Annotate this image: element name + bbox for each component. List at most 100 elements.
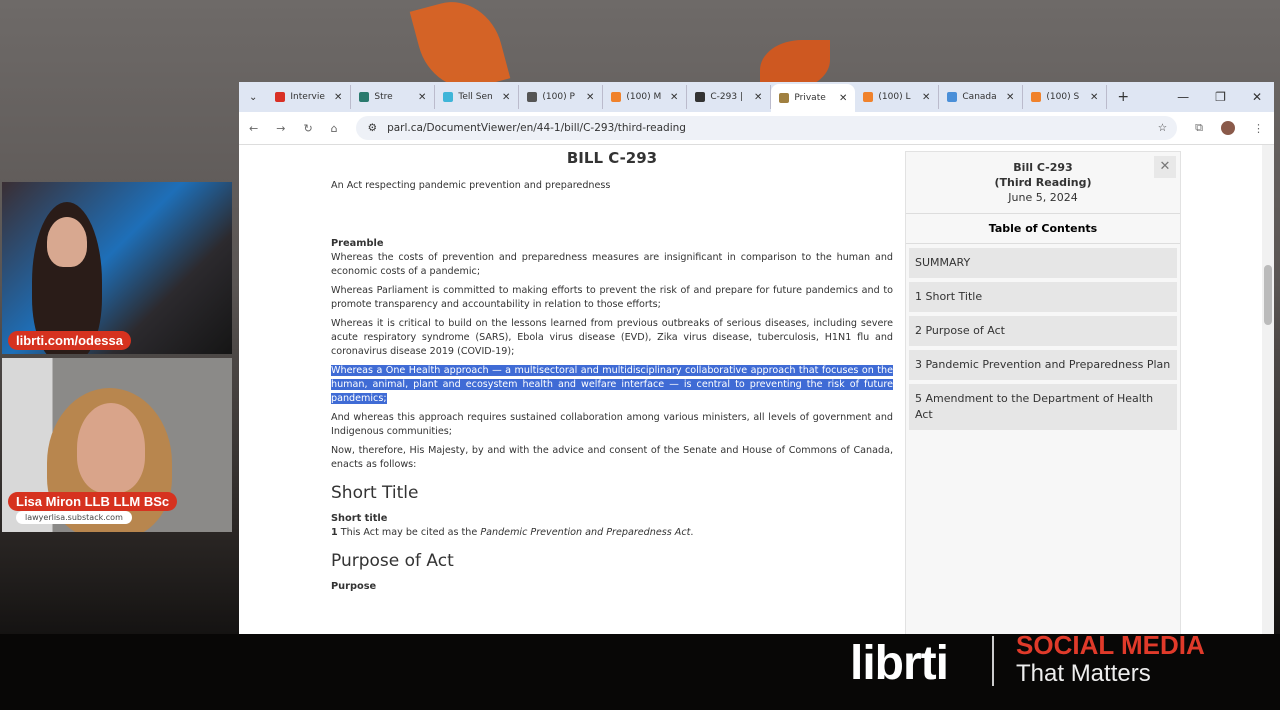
extensions-icon[interactable]: ⧉ (1195, 121, 1203, 135)
tab[interactable]: Tell Sen ✕ (435, 85, 520, 109)
bill-subtitle: An Act respecting pandemic prevention an… (331, 180, 611, 191)
act-name: Pandemic Prevention and Preparedness Act (480, 527, 691, 538)
tab[interactable]: Canada ✕ (939, 85, 1024, 109)
toc-item[interactable]: 5 Amendment to the Department of Health … (909, 384, 1177, 430)
host-video: librti.com/odessa (2, 182, 232, 354)
favicon-icon (527, 92, 538, 102)
site-settings-icon[interactable]: ⚙ (368, 122, 377, 134)
section-1: 1 This Act may be cited as the Pandemic … (331, 526, 893, 540)
guest-name-tag: Lisa Miron LLB LLM BSc (8, 492, 178, 511)
restore-icon[interactable]: ❐ (1215, 90, 1226, 104)
tab[interactable]: Intervie ✕ (267, 85, 352, 109)
toc-title: Table of Contents (906, 214, 1180, 244)
close-tab-icon[interactable]: ✕ (418, 92, 426, 103)
bookmark-star-icon[interactable]: ☆ (1158, 122, 1177, 134)
tab-label: Canada (962, 92, 997, 102)
menu-icon[interactable]: ⋮ (1253, 122, 1264, 135)
tab-label: Intervie (290, 92, 325, 102)
subheading-purpose: Purpose (331, 581, 377, 592)
tab[interactable]: C-293 | ✕ (687, 85, 772, 109)
tab-label: Stre (374, 92, 393, 102)
tab[interactable]: (100) S ✕ (1023, 85, 1108, 109)
tab[interactable]: (100) M ✕ (603, 85, 688, 109)
toc-header: Bill C-293 (Third Reading) June 5, 2024 … (906, 152, 1180, 214)
tab[interactable]: (100) P ✕ (519, 85, 604, 109)
minimize-icon[interactable]: — (1177, 90, 1189, 104)
guest-link-tag: lawyerlisa.substack.com (16, 511, 132, 524)
close-tab-icon[interactable]: ✕ (839, 93, 847, 104)
toc-item[interactable]: 1 Short Title (909, 282, 1177, 312)
close-tab-icon[interactable]: ✕ (922, 92, 930, 103)
close-tab-icon[interactable]: ✕ (1090, 92, 1098, 103)
guest-face (77, 403, 145, 493)
preamble-paragraph: Whereas Parliament is committed to makin… (331, 285, 893, 310)
favicon-icon (863, 92, 874, 102)
toc-reading: (Third Reading) (994, 176, 1092, 189)
preamble-paragraph-highlighted[interactable]: Whereas a One Health approach — a multis… (331, 364, 893, 406)
tab-label: (100) M (626, 92, 662, 102)
tagline-2: That Matters (1016, 660, 1151, 687)
toc-date: June 5, 2024 (1008, 191, 1078, 204)
close-tab-icon[interactable]: ✕ (586, 92, 594, 103)
url-text: parl.ca/DocumentViewer/en/44-1/bill/C-29… (387, 122, 686, 134)
tab[interactable]: Private ✕ (771, 84, 856, 112)
selected-text[interactable]: Whereas a One Health approach — a multis… (331, 365, 893, 404)
close-icon[interactable]: ✕ (1154, 156, 1176, 178)
close-tab-icon[interactable]: ✕ (1006, 92, 1014, 103)
preamble-paragraph: Whereas the costs of prevention and prep… (331, 252, 893, 277)
section-heading-short-title: Short Title (331, 483, 419, 503)
close-tab-icon[interactable]: ✕ (502, 92, 510, 103)
favicon-icon (275, 92, 286, 102)
favicon-icon (359, 92, 370, 102)
tab-label: (100) S (1046, 92, 1080, 102)
tab-bar: ⌄ Intervie ✕ Stre ✕ Tell Sen ✕ (100) P ✕ (100) M… (239, 82, 1274, 112)
reload-icon[interactable]: ↻ (303, 122, 312, 135)
toc-item[interactable]: 3 Pandemic Prevention and Preparedness P… (909, 350, 1177, 380)
home-icon[interactable]: ⌂ (331, 122, 338, 135)
bill-title: BILL C-293 (566, 149, 658, 167)
favicon-icon (695, 92, 706, 102)
preamble-paragraph: And whereas this approach requires susta… (331, 412, 893, 437)
tagline-1: SOCIAL MEDIA (1016, 630, 1205, 660)
bill-document: BILL C-293 An Act respecting pandemic pr… (319, 145, 905, 594)
librti-logo: librti (850, 637, 949, 690)
tab-search-icon[interactable]: ⌄ (239, 92, 267, 103)
new-tab-button[interactable]: + (1107, 89, 1139, 105)
logo-divider (992, 636, 994, 686)
profile-avatar[interactable] (1221, 121, 1235, 135)
preamble-heading: Preamble (331, 238, 384, 249)
favicon-icon (1031, 92, 1042, 102)
tab-label: Private (794, 93, 826, 103)
favicon-icon (611, 92, 622, 102)
tab-label: (100) L (878, 92, 911, 102)
close-tab-icon[interactable]: ✕ (334, 92, 342, 103)
scrollbar-thumb[interactable] (1264, 265, 1272, 325)
tab[interactable]: Stre ✕ (351, 85, 436, 109)
url-input[interactable]: ⚙ parl.ca/DocumentViewer/en/44-1/bill/C-… (355, 116, 1178, 140)
tab-label: Tell Sen (458, 92, 493, 102)
section-text: This Act may be cited as the (340, 527, 481, 538)
browser-window: ⌄ Intervie ✕ Stre ✕ Tell Sen ✕ (100) P ✕ (100) M… (239, 82, 1274, 634)
section-end: . (690, 527, 694, 538)
favicon-icon (947, 92, 958, 102)
section-number: 1 (331, 527, 338, 538)
host-face (47, 217, 87, 267)
scrollbar[interactable] (1262, 145, 1274, 634)
preamble-paragraph: Now, therefore, His Majesty, by and with… (331, 445, 893, 470)
toc-item[interactable]: SUMMARY (909, 248, 1177, 278)
favicon-icon (779, 93, 790, 103)
tab-label: (100) P (542, 92, 575, 102)
close-tab-icon[interactable]: ✕ (754, 92, 762, 103)
tab-label: C-293 | (710, 92, 743, 102)
host-tag: librti.com/odessa (8, 331, 131, 350)
section-heading-purpose: Purpose of Act (331, 551, 454, 571)
toc-item[interactable]: 2 Purpose of Act (909, 316, 1177, 346)
back-icon[interactable]: ← (249, 122, 258, 135)
tab[interactable]: (100) L ✕ (855, 85, 940, 109)
close-tab-icon[interactable]: ✕ (670, 92, 678, 103)
close-window-icon[interactable]: ✕ (1252, 90, 1262, 104)
toc-bill: Bill C-293 (1013, 161, 1073, 174)
forward-icon[interactable]: → (276, 122, 285, 135)
table-of-contents-panel: Bill C-293 (Third Reading) June 5, 2024 … (905, 151, 1181, 634)
preamble-paragraph: Whereas it is critical to build on the l… (331, 318, 893, 357)
